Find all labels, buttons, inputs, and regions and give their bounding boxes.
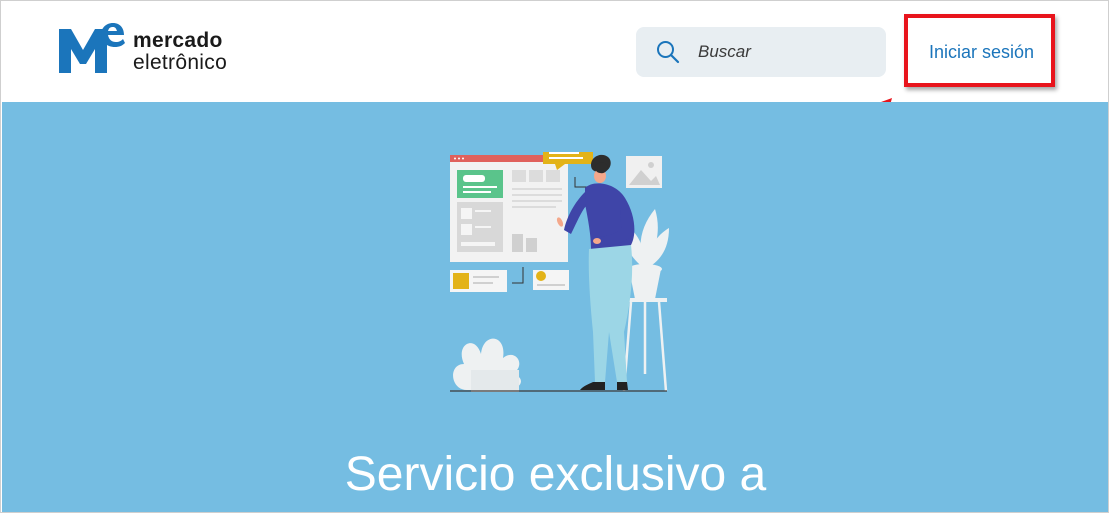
logo-mark-icon (59, 23, 125, 73)
page-frame: mercado eletrônico Iniciar sesión (0, 0, 1109, 513)
search-input[interactable] (698, 27, 878, 77)
search-icon[interactable] (656, 40, 680, 64)
logo-text-line2: eletrônico (133, 51, 228, 74)
logo-text-line1: mercado (133, 29, 223, 52)
hero-section: Servicio exclusivo a (2, 102, 1108, 512)
person-presenting-illustration (450, 152, 669, 392)
site-header: mercado eletrônico Iniciar sesión (1, 1, 1108, 102)
search-bar[interactable] (636, 27, 886, 77)
login-link[interactable]: Iniciar sesión (929, 42, 1034, 63)
logo-wordmark: mercado eletrônico (133, 30, 227, 73)
mercado-eletronico-logo[interactable]: mercado eletrônico (57, 23, 247, 75)
hero-title: Servicio exclusivo a (344, 448, 767, 501)
